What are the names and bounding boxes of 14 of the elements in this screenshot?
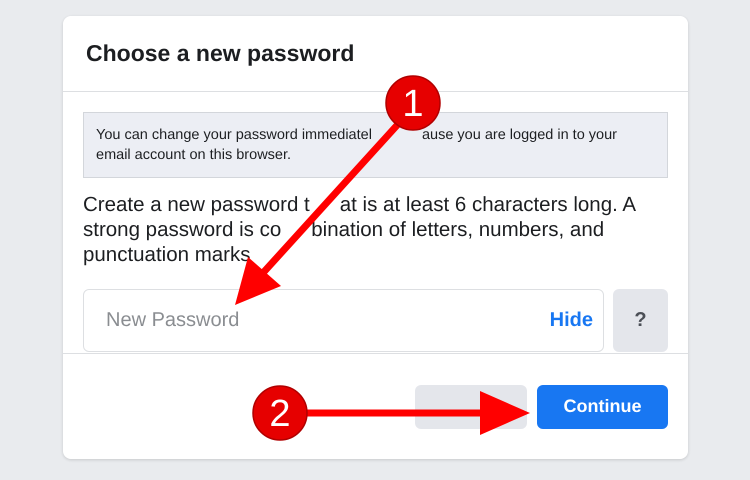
instructions-text: at is at least 6 characters long. A xyxy=(340,192,636,217)
password-field[interactable]: New Password Hide xyxy=(83,289,604,352)
notice-text: email account on this browser. xyxy=(96,146,292,165)
step-badge: 1 xyxy=(385,75,441,131)
instructions-text: bination of letters, numbers, and xyxy=(311,217,604,242)
hide-link[interactable]: Hide xyxy=(550,309,593,332)
continue-button[interactable]: Continue xyxy=(537,384,668,428)
instructions-text: Create a new password t xyxy=(83,192,310,217)
notice-text: You can change your password immediatel xyxy=(96,126,372,145)
instructions-text: strong password is co xyxy=(83,217,282,242)
instructions-text: punctuation marks xyxy=(83,242,251,267)
step-badge: 2 xyxy=(252,385,308,441)
help-button[interactable]: ? xyxy=(613,289,668,352)
dialog-title: Choose a new password xyxy=(86,40,354,67)
